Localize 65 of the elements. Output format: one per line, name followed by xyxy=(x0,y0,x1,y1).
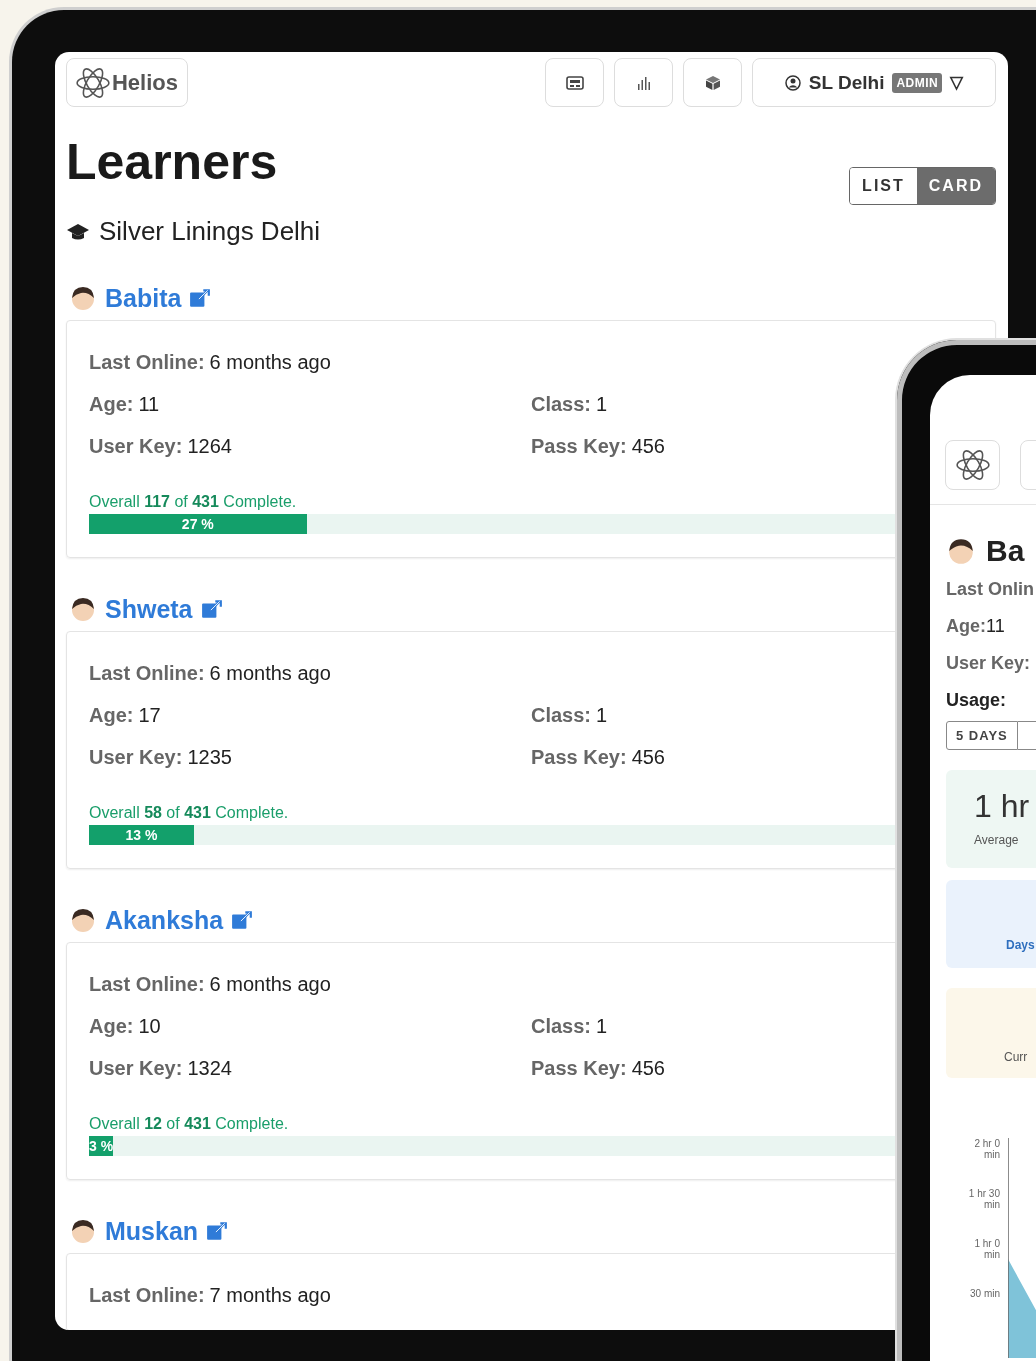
progress-bar: 27 % xyxy=(89,514,895,534)
info-text: Last Onlin xyxy=(946,578,1035,601)
view-toggle-button[interactable]: CARD xyxy=(916,168,995,204)
cube-icon xyxy=(704,74,721,91)
axis-label: 1 hr 0 min xyxy=(973,1238,1000,1260)
graduation-cap-icon xyxy=(66,221,90,242)
info-text: Class: 1 xyxy=(531,392,608,415)
info-text: Age:11 xyxy=(946,615,1006,638)
info-text: Pass Key: 456 xyxy=(531,434,665,457)
cube-button[interactable] xyxy=(683,58,742,107)
user-icon xyxy=(784,74,801,91)
progress-bar: 13 % xyxy=(89,825,895,845)
info-text: Last Online: 6 months ago xyxy=(89,972,331,996)
atom-icon xyxy=(76,65,110,100)
learner-name-link[interactable]: Akanksha xyxy=(105,905,224,935)
edit-icon[interactable] xyxy=(231,910,254,930)
progress-text: Overall 117 of 431 Complete. xyxy=(89,493,298,511)
range-button[interactable]: 5 DAYS xyxy=(946,721,1018,750)
page-title: Learners xyxy=(66,135,279,190)
school-name: Silver Linings Delhi xyxy=(99,216,321,247)
atom-icon xyxy=(955,448,990,482)
info-text: Pass Key: 456 xyxy=(531,745,665,768)
role-badge: ADMIN xyxy=(892,72,943,93)
avatar-icon xyxy=(69,906,97,934)
info-text: Class: 1 xyxy=(531,1014,608,1037)
learner-name-link[interactable]: Muskan xyxy=(105,1216,199,1246)
edit-icon[interactable] xyxy=(200,599,223,619)
usage-label: Usage: xyxy=(946,689,1008,712)
id-card-button[interactable] xyxy=(545,58,604,107)
info-text: Last Online: 6 months ago xyxy=(89,350,331,374)
chart-button[interactable] xyxy=(614,58,673,107)
avatar-icon xyxy=(946,536,976,566)
learner-name-link[interactable]: Babita xyxy=(105,283,182,313)
info-text: User Key: 1324 xyxy=(89,1056,232,1079)
id-card-icon xyxy=(565,74,584,91)
stat-card: Days xyxy=(946,880,1036,968)
edit-icon[interactable] xyxy=(189,288,212,308)
learner-name: Ba xyxy=(986,534,1025,568)
edit-icon[interactable] xyxy=(206,1221,229,1241)
stat-card: Curr xyxy=(946,988,1036,1078)
info-text: Age: 10 xyxy=(89,1014,161,1037)
avatar-icon xyxy=(69,1217,97,1245)
info-text: Age: 17 xyxy=(89,703,161,726)
info-text: Last Online: 6 months ago xyxy=(89,661,331,685)
bar-chart-icon xyxy=(635,74,652,91)
axis-label: 30 min xyxy=(969,1288,1000,1299)
info-text: User Key: 1264 xyxy=(89,434,232,457)
avatar-icon xyxy=(69,595,97,623)
learner-name-link[interactable]: Shweta xyxy=(105,594,193,624)
info-text: User Key: xyxy=(946,652,1032,675)
axis-label: 1 hr 30 min xyxy=(967,1188,1000,1210)
progress-text: Overall 58 of 431 Complete. xyxy=(89,804,290,822)
progress-text: Overall 12 of 431 Complete. xyxy=(89,1115,290,1133)
axis-label: 2 hr 0 min xyxy=(973,1138,1000,1160)
info-text: Pass Key: 456 xyxy=(531,1056,665,1079)
info-text: Last Online: 7 months ago xyxy=(89,1283,331,1307)
logo-button[interactable]: Helios xyxy=(66,58,188,107)
avatar-icon xyxy=(69,284,97,312)
progress-bar: 3 % xyxy=(89,1136,895,1156)
user-menu-button[interactable]: SL Delhi ADMIN ▽ xyxy=(752,58,996,107)
info-text: Age: 11 xyxy=(89,392,160,415)
logo-button[interactable] xyxy=(945,440,1000,490)
info-text: Class: 1 xyxy=(531,703,608,726)
stat-card: 1 hr Average xyxy=(946,770,1036,868)
info-text: User Key: 1235 xyxy=(89,745,232,768)
